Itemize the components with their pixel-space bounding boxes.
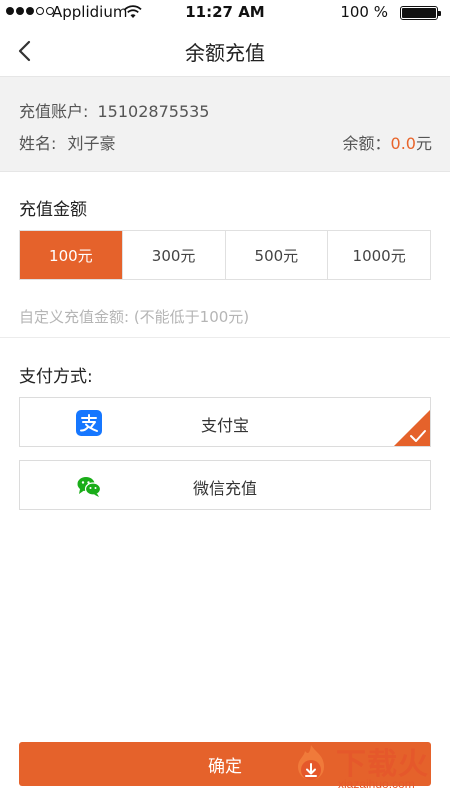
name-label: 姓名: <box>19 134 57 153</box>
custom-amount-input[interactable]: 自定义充值金额: (不能低于100元) <box>19 306 249 327</box>
balance-label: 余额： <box>342 134 391 153</box>
payment-option-wechat[interactable]: 微信充值 <box>19 460 431 510</box>
balance-value: 0.0 <box>390 134 416 153</box>
amount-option-300[interactable]: 300元 <box>121 231 225 279</box>
amount-option-500[interactable]: 500元 <box>224 231 328 279</box>
amount-options: 100元 300元 500元 1000元 <box>19 230 431 280</box>
status-bar: Applidium 11:27 AM 100 % <box>0 0 450 26</box>
page-title: 余额充值 <box>185 41 265 65</box>
watermark-url: xiazaihuo.com <box>338 777 415 791</box>
name-row: 姓名: 刘子豪 <box>19 130 116 154</box>
battery-percentage: 100 % <box>340 3 388 21</box>
account-info-panel: 充值账户: 15102875535 姓名: 刘子豪 余额：0.0元 <box>0 76 450 172</box>
payment-option-alipay[interactable]: 支付宝 <box>19 397 431 447</box>
wechat-label: 微信充值 <box>192 479 257 498</box>
amount-option-100[interactable]: 100元 <box>20 231 122 279</box>
amount-option-1000[interactable]: 1000元 <box>327 231 430 279</box>
balance: 余额：0.0元 <box>343 130 432 154</box>
name-value: 刘子豪 <box>67 134 116 153</box>
recharge-amount-title: 充值金额 <box>19 200 87 220</box>
account-row: 充值账户: 15102875535 <box>19 98 209 122</box>
divider <box>0 337 450 338</box>
alipay-label: 支付宝 <box>200 416 249 435</box>
watermark: 下载火 xiazaihuo.com <box>266 733 446 795</box>
selected-check-icon <box>394 410 430 446</box>
nav-bar: 余额充值 <box>0 26 450 76</box>
battery-icon <box>400 6 441 20</box>
account-value: 15102875535 <box>97 102 210 121</box>
watermark-logo-icon <box>298 745 324 780</box>
payment-method-title: 支付方式: <box>19 367 93 387</box>
account-label: 充值账户: <box>19 102 89 121</box>
balance-unit: 元 <box>415 134 432 153</box>
